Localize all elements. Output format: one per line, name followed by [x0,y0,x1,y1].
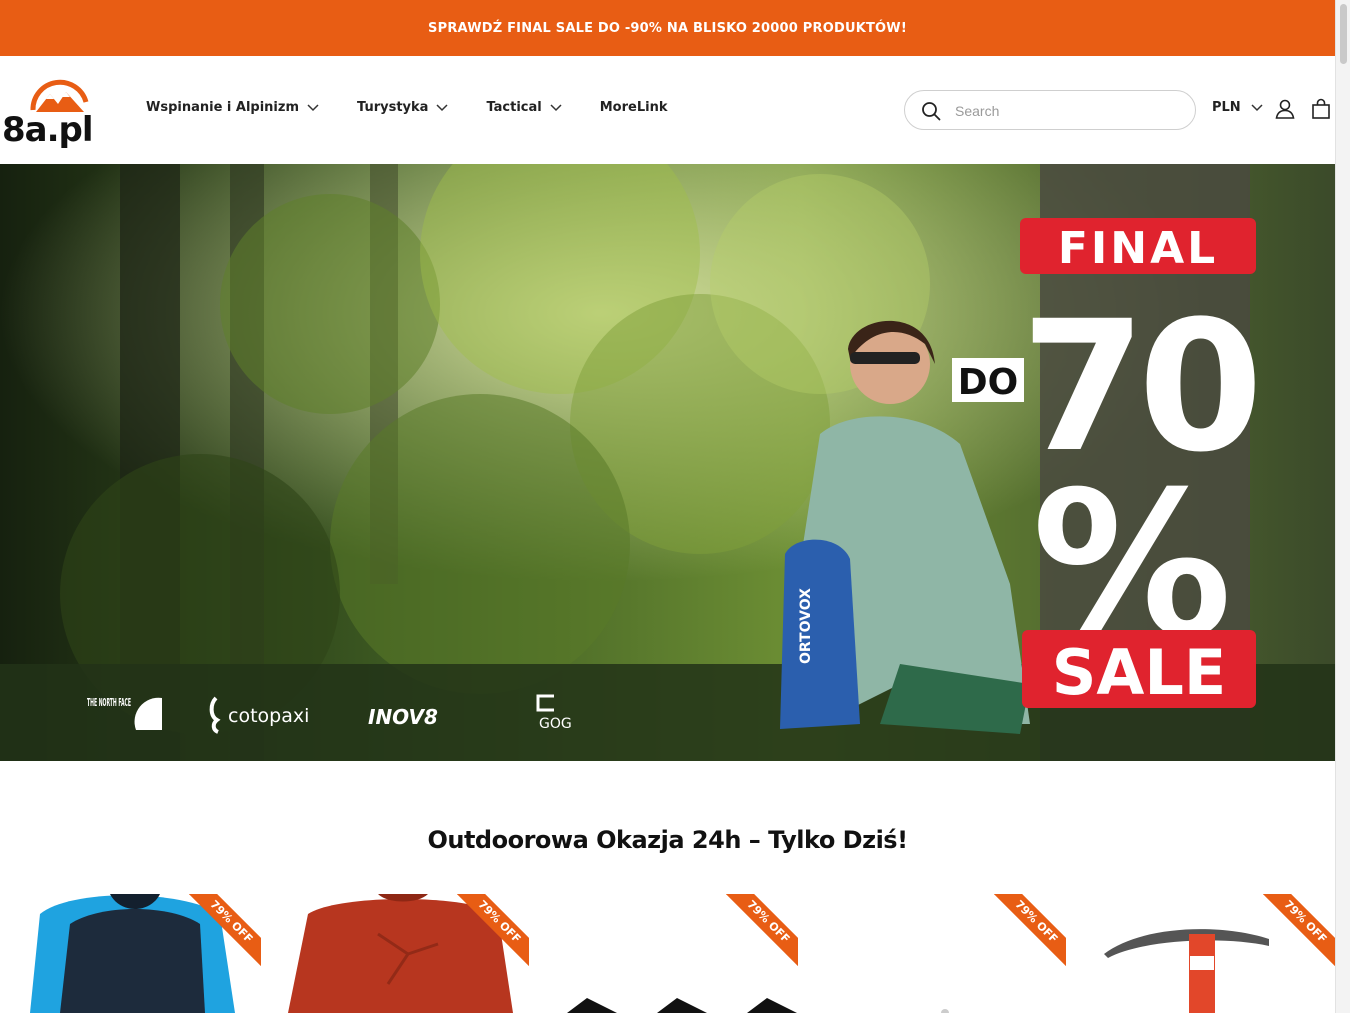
site-header: 8a.pl Wspinanie i Alpinizm Turystyka Tac… [0,56,1335,164]
shopping-bag-icon[interactable] [1311,98,1331,120]
nav-item-label: MoreLink [599,100,668,115]
chevron-down-icon [307,103,319,111]
main-nav: Wspinanie i Alpinizm Turystyka Tactical … [146,100,705,115]
inov8-logo: INOV8 [368,705,438,729]
brand-label: cotopaxi [228,705,309,727]
discount-badge: 79% OFF [1263,894,1335,966]
product-card[interactable]: 79% OFF [1074,894,1335,1013]
nav-item-turystyka[interactable]: Turystyka [357,100,448,115]
currency-label: PLN [1212,100,1241,115]
nav-item-tactical[interactable]: Tactical [486,100,562,115]
hero-image: ORTOVOX FINAL DO 70 % SALE [0,164,1335,761]
discount-badge: 79% OFF [457,894,529,966]
currency-selector[interactable]: PLN [1212,100,1263,115]
search-input[interactable] [955,100,1185,122]
badge-do: DO [958,362,1019,403]
nav-item-morelink[interactable]: MoreLink [600,100,668,115]
gog-logo: GOG [536,694,572,732]
discount-badge: 79% OFF [726,894,798,966]
search-icon[interactable] [921,101,941,121]
brand-logos: THE NORTH FACE cotopaxi INOV8 GOG [87,694,572,734]
product-card[interactable]: 79% OFF [805,894,1066,1013]
site-logo[interactable]: 8a.pl [0,72,120,150]
nav-item-label: Tactical [486,100,542,115]
product-card[interactable]: 79% OFF [268,894,529,1013]
chevron-down-icon [550,103,562,111]
backpack-brand: ORTOVOX [798,588,814,664]
announcement-bar[interactable]: SPRAWDŹ FINAL SALE DO -90% NA BLISKO 200… [0,0,1335,56]
brand-label: INOV8 [368,705,438,729]
page-scrollbar[interactable] [1335,0,1350,1013]
hero-banner[interactable]: ORTOVOX FINAL DO 70 % SALE [0,164,1335,761]
product-card[interactable]: 79% OFF [0,894,261,1013]
announcement-text: SPRAWDŹ FINAL SALE DO -90% NA BLISKO 200… [428,20,907,36]
chevron-down-icon [436,103,448,111]
the-north-face-logo: THE NORTH FACE [87,696,162,730]
badge-sale: SALE [1052,636,1227,709]
scrollbar-thumb[interactable] [1340,4,1347,64]
section-title: Outdoorowa Okazja 24h – Tylko Dziś! [427,826,908,854]
discount-badge: 79% OFF [189,894,261,966]
search-box[interactable] [904,90,1196,130]
brand-label: THE NORTH FACE [87,696,131,709]
chevron-down-icon [1251,103,1263,111]
nav-item-label: Turystyka [357,100,429,115]
account-icon[interactable] [1274,98,1296,120]
nav-item-label: Wspinanie i Alpinizm [146,100,300,115]
discount-badge: 79% OFF [994,894,1066,966]
product-grid: 79% OFF 79% OFF 79% OFF 79% OFF 79% OFF [0,894,1335,1013]
product-card[interactable]: 79% OFF [537,894,798,1013]
brand-label: GOG [539,716,572,732]
cotopaxi-logo: cotopaxi [209,696,309,734]
nav-item-wspinanie[interactable]: Wspinanie i Alpinizm [146,100,319,115]
logo-text: 8a.pl [2,110,94,150]
badge-final: FINAL [1058,223,1218,274]
